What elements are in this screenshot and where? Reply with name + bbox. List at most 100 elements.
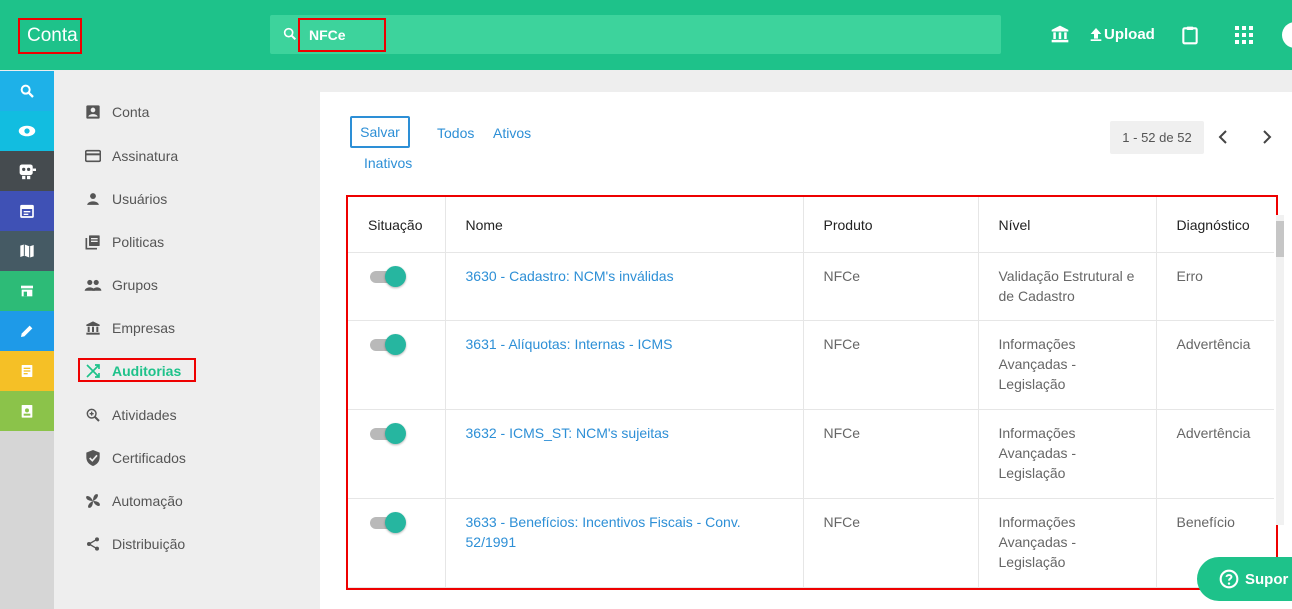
column-header-diagnostico[interactable]: Diagnóstico (1155, 197, 1274, 253)
eye-icon (18, 125, 36, 137)
zoom-icon (20, 84, 34, 98)
level-cell: Validação Estrutural e de Cadastro (977, 252, 1156, 321)
filter-active-link[interactable]: Ativos (493, 125, 531, 141)
sidebar-item-atividades[interactable]: Atividades (84, 403, 177, 427)
table-row: 3632 - ICMS_ST: NCM's sujeitas NFCe Info… (348, 409, 1274, 499)
filter-inactive-link[interactable]: Inativos (364, 155, 412, 171)
shield-check-icon (84, 449, 102, 467)
status-toggle[interactable] (370, 423, 406, 444)
name-cell: 3633 - Benefícios: Incentivos Fiscais - … (444, 498, 803, 588)
rail-store-button[interactable] (0, 271, 54, 311)
chevron-right-icon[interactable] (1261, 130, 1273, 144)
robot-icon (19, 164, 36, 180)
table-header-row: Situação Nome Produto Nível Diagnóstico (348, 197, 1274, 253)
app-title[interactable]: Conta (18, 18, 82, 54)
scrollbar-thumb[interactable] (1276, 221, 1284, 257)
sidebar-item-distribuicao[interactable]: Distribuição (84, 532, 185, 556)
support-label: Supor (1245, 570, 1289, 588)
map-icon (20, 244, 34, 258)
diagnosis-cell: Advertência (1155, 320, 1274, 410)
status-cell (348, 409, 445, 499)
sidebar-item-label: Assinatura (112, 148, 179, 164)
sidebar-item-label: Automação (112, 493, 183, 509)
name-cell: 3631 - Alíquotas: Internas - ICMS (444, 320, 803, 410)
status-cell (348, 320, 445, 410)
store-icon (21, 285, 33, 297)
sidebar-item-assinatura[interactable]: Assinatura (84, 144, 178, 168)
filter-all-link[interactable]: Todos (437, 125, 474, 141)
audit-name-link[interactable]: 3631 - Alíquotas: Internas - ICMS (466, 336, 673, 352)
bank-icon (84, 319, 102, 337)
library-books-icon (84, 233, 102, 251)
help-circle-icon (1219, 569, 1239, 589)
upload-label: Upload (1104, 25, 1155, 43)
audits-table-container: Situação Nome Produto Nível Diagnóstico … (346, 195, 1278, 590)
status-cell (348, 252, 445, 321)
table-scrollbar[interactable] (1276, 215, 1284, 525)
level-cell: Informações Avançadas - Legislação (977, 498, 1156, 588)
product-cell: NFCe (802, 498, 978, 588)
rail-eye-button[interactable] (0, 111, 54, 151)
column-header-nivel[interactable]: Nível (977, 197, 1156, 253)
sidebar-item-label: Distribuição (112, 536, 186, 552)
calendar-icon (20, 204, 34, 218)
sidebar-item-label: Politicas (112, 234, 165, 250)
level-cell: Informações Avançadas - Legislação (977, 320, 1156, 410)
sidebar-item-label: Usuários (112, 191, 168, 207)
rail-map-button[interactable] (0, 231, 54, 271)
pagination-range: 1 - 52 de 52 (1110, 121, 1204, 154)
product-cell: NFCe (802, 320, 978, 410)
chevron-left-icon[interactable] (1217, 130, 1229, 144)
sidebar-item-grupos[interactable]: Grupos (84, 273, 158, 297)
badge-icon (21, 405, 33, 418)
audit-name-link[interactable]: 3630 - Cadastro: NCM's inválidas (466, 268, 674, 284)
sidebar-item-politicas[interactable]: Politicas (84, 230, 164, 254)
sidebar-item-label: Conta (112, 104, 150, 120)
settings-sidebar: Conta Assinatura Usuários Politicas Grup… (54, 71, 320, 609)
product-cell: NFCe (802, 252, 978, 321)
column-header-produto[interactable]: Produto (802, 197, 978, 253)
column-header-nome[interactable]: Nome (444, 197, 803, 253)
apps-grid-icon[interactable] (1235, 26, 1253, 44)
rail-robot-button[interactable] (0, 151, 54, 191)
audit-name-link[interactable]: 3632 - ICMS_ST: NCM's sujeitas (466, 425, 669, 441)
upload-button[interactable]: Upload (1088, 25, 1155, 43)
rail-zoom-button[interactable] (0, 71, 54, 111)
rail-calendar-button[interactable] (0, 191, 54, 231)
bank-icon[interactable] (1050, 24, 1070, 44)
active-item-highlight (78, 358, 196, 382)
group-icon (84, 276, 102, 294)
sidebar-item-label: Certificados (112, 450, 186, 466)
audits-table: Situação Nome Produto Nível Diagnóstico … (348, 197, 1274, 588)
table-row: 3633 - Benefícios: Incentivos Fiscais - … (348, 498, 1274, 588)
rail-edit-button[interactable] (0, 311, 54, 351)
name-cell: 3630 - Cadastro: NCM's inválidas (444, 252, 803, 321)
search-bar[interactable] (270, 15, 1001, 54)
share-icon (84, 535, 102, 553)
left-rail (0, 71, 54, 609)
status-toggle[interactable] (370, 266, 406, 287)
status-toggle[interactable] (370, 512, 406, 533)
table-row: 3630 - Cadastro: NCM's inválidas NFCe Va… (348, 252, 1274, 321)
diagnosis-cell: Advertência (1155, 409, 1274, 499)
audit-name-link[interactable]: 3633 - Benefícios: Incentivos Fiscais - … (466, 514, 741, 550)
support-button[interactable]: Supor (1197, 557, 1292, 601)
name-cell: 3632 - ICMS_ST: NCM's sujeitas (444, 409, 803, 499)
pencil-icon (21, 325, 33, 337)
sidebar-item-empresas[interactable]: Empresas (84, 316, 175, 340)
sidebar-item-label: Atividades (112, 407, 177, 423)
rail-receipt-button[interactable] (0, 351, 54, 391)
status-toggle[interactable] (370, 334, 406, 355)
audits-panel: Salvar Todos Ativos Inativos 1 - 52 de 5… (320, 92, 1292, 609)
rail-badge-button[interactable] (0, 391, 54, 431)
search-input[interactable] (298, 18, 386, 52)
sidebar-item-conta[interactable]: Conta (84, 100, 149, 124)
column-header-situacao[interactable]: Situação (348, 197, 445, 253)
sidebar-item-certificados[interactable]: Certificados (84, 446, 186, 470)
sidebar-item-automacao[interactable]: Automação (84, 489, 183, 513)
status-cell (348, 498, 445, 588)
sidebar-item-usuarios[interactable]: Usuários (84, 187, 167, 211)
clipboard-icon[interactable] (1180, 24, 1200, 46)
save-button[interactable]: Salvar (350, 116, 410, 148)
avatar[interactable] (1282, 22, 1292, 48)
